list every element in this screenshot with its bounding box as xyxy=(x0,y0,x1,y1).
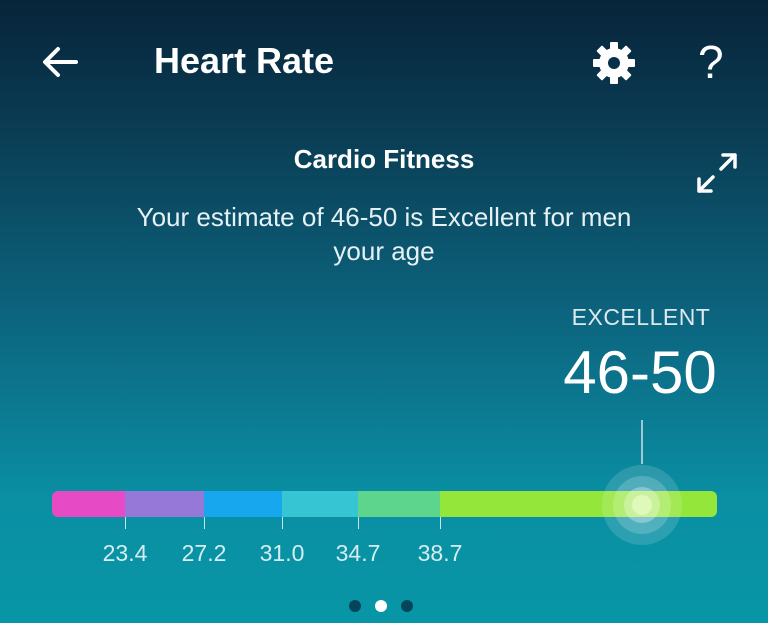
scale-tick-label: 31.0 xyxy=(259,540,305,566)
scale-tick-label: 38.7 xyxy=(417,540,463,566)
scale-segment-very-good xyxy=(358,491,440,517)
arrow-left-icon xyxy=(43,47,78,77)
back-button[interactable] xyxy=(40,42,80,82)
scale-segment-poor xyxy=(52,491,125,517)
expand-icon xyxy=(697,153,737,193)
scale-tick xyxy=(440,517,441,529)
page-indicator xyxy=(349,600,419,614)
scale-segment-good xyxy=(282,491,358,517)
fitness-score-value: 46-50 xyxy=(563,339,717,406)
scale-tick-label: 23.4 xyxy=(102,540,148,566)
scale-tick xyxy=(204,517,205,529)
page-dot[interactable] xyxy=(349,600,361,612)
scale-tick-label: 34.7 xyxy=(335,540,381,566)
help-button[interactable]: ? xyxy=(698,36,724,88)
page-title: Heart Rate xyxy=(154,40,335,81)
scale-tick xyxy=(282,517,283,529)
settings-button[interactable] xyxy=(591,40,637,86)
page-dot[interactable] xyxy=(401,600,413,612)
scale-tick-label: 27.2 xyxy=(181,540,227,566)
scale-tick xyxy=(358,517,359,529)
card-description: Your estimate of 46-50 is Excellent for … xyxy=(136,202,632,266)
score-marker xyxy=(602,465,682,545)
scale-segment-fair xyxy=(125,491,204,517)
fitness-level-label: EXCELLENT xyxy=(571,304,711,330)
expand-button[interactable] xyxy=(694,150,740,196)
card-title: Cardio Fitness xyxy=(293,144,475,174)
page-dot-active[interactable] xyxy=(375,600,387,612)
score-pointer-line xyxy=(641,420,643,464)
scale-segment-average xyxy=(204,491,282,517)
gear-icon xyxy=(593,42,635,84)
scale-tick xyxy=(125,517,126,529)
